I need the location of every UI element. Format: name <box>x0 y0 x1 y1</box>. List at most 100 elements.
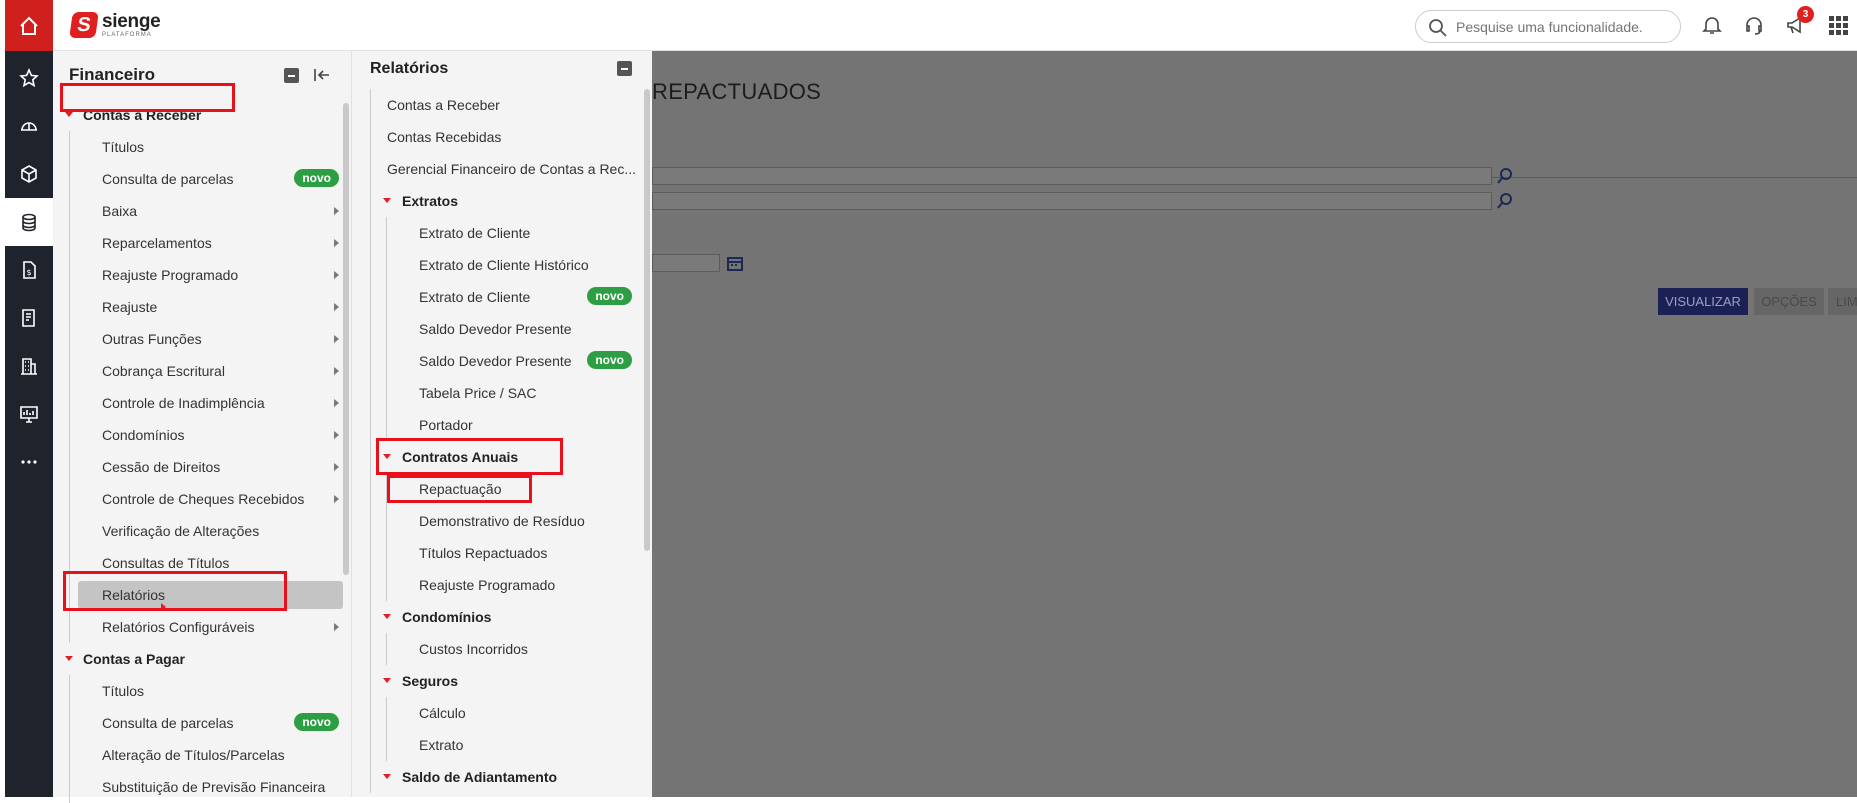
report-extrato-cliente-historico[interactable]: Extrato de Cliente Histórico <box>386 249 640 281</box>
report-calculo[interactable]: Cálculo <box>386 697 640 729</box>
menu-item-relatorios-configuraveis[interactable]: Relatórios Configuráveis <box>69 611 343 643</box>
section-condominios[interactable]: Condomínios <box>371 601 640 633</box>
calendar-icon[interactable] <box>726 254 744 272</box>
engineering-button[interactable] <box>5 102 53 150</box>
novo-badge: novo <box>294 713 339 731</box>
more-button[interactable] <box>5 438 53 486</box>
field-2[interactable] <box>652 192 1492 210</box>
chevron-right-icon <box>334 335 339 343</box>
announcements-button[interactable]: 3 <box>1785 6 1814 36</box>
top-bar: S sienge PLATAFORMA 3 <box>53 0 1857 51</box>
caret-down-icon <box>383 614 391 619</box>
chevron-right-icon <box>334 431 339 439</box>
chevron-right-icon <box>334 495 339 503</box>
home-button[interactable] <box>5 0 53 51</box>
report-saldo-devedor-novo[interactable]: Saldo Devedor Presente novo <box>386 345 640 377</box>
date-field[interactable] <box>652 254 720 272</box>
reports-button[interactable] <box>5 294 53 342</box>
menu-item-reajuste-programado[interactable]: Reajuste Programado <box>69 259 343 291</box>
menu-item-outras-funcoes[interactable]: Outras Funções <box>69 323 343 355</box>
report-contas-receber[interactable]: Contas a Receber <box>371 89 640 121</box>
support-button[interactable] <box>1743 14 1765 36</box>
logo-mark-icon: S <box>69 12 99 38</box>
collapse-all-icon[interactable] <box>284 67 299 83</box>
report-saldo-devedor[interactable]: Saldo Devedor Presente <box>386 313 640 345</box>
menu-item-baixa[interactable]: Baixa <box>69 195 343 227</box>
section-extratos[interactable]: Extratos <box>371 185 640 217</box>
more-icon <box>21 460 37 464</box>
logo-subtitle: PLATAFORMA <box>102 32 152 38</box>
report-extrato-cliente-novo[interactable]: Extrato de Cliente novo <box>386 281 640 313</box>
search-icon[interactable] <box>1496 167 1514 185</box>
monitor-icon <box>20 406 38 423</box>
report-contas-recebidas[interactable]: Contas Recebidas <box>371 121 640 153</box>
report-reajuste-programado[interactable]: Reajuste Programado <box>386 569 640 601</box>
scrollbar[interactable] <box>644 89 650 551</box>
field-1[interactable] <box>652 167 1492 185</box>
report-tabela-price[interactable]: Tabela Price / SAC <box>386 377 640 409</box>
highlight-repactuacao <box>387 475 532 503</box>
report-titulos-repactuados[interactable]: Títulos Repactuados <box>386 537 640 569</box>
left-rail: $ <box>5 0 53 797</box>
section-contas-pagar[interactable]: Contas a Pagar <box>53 643 343 675</box>
report-extrato-cliente[interactable]: Extrato de Cliente <box>386 217 640 249</box>
star-icon <box>19 68 39 88</box>
limpar-button[interactable]: LIMP <box>1828 288 1857 315</box>
menu-item-cessao-direitos[interactable]: Cessão de Direitos <box>69 451 343 483</box>
coins-icon <box>22 213 36 232</box>
grid-icon <box>1829 16 1848 35</box>
section-seguros[interactable]: Seguros <box>371 665 640 697</box>
highlight-relatorios <box>63 571 287 611</box>
menu-item-reparcelamentos[interactable]: Reparcelamentos <box>69 227 343 259</box>
notifications-button[interactable] <box>1701 14 1723 36</box>
favorites-button[interactable] <box>5 54 53 102</box>
headset-icon <box>1746 17 1762 35</box>
buildings-button[interactable] <box>5 342 53 390</box>
chevron-right-icon <box>334 303 339 311</box>
menu-item-alteracao-titulos[interactable]: Alteração de Títulos/Parcelas <box>69 739 343 771</box>
apps-button[interactable] <box>1827 14 1849 36</box>
caret-down-icon <box>65 112 73 117</box>
monitor-button[interactable] <box>5 390 53 438</box>
bell-icon <box>1702 17 1722 34</box>
financeiro-button[interactable] <box>5 198 53 246</box>
commercial-button[interactable]: $ <box>5 246 53 294</box>
report-portador[interactable]: Portador <box>386 409 640 441</box>
novo-badge: novo <box>587 351 632 369</box>
chevron-right-icon <box>334 623 339 631</box>
collapse-panel-icon[interactable] <box>313 67 331 83</box>
report-custos-incorridos[interactable]: Custos Incorridos <box>386 633 640 665</box>
novo-badge: novo <box>587 287 632 305</box>
report-demonstrativo-residuo[interactable]: Demonstrativo de Resíduo <box>386 505 640 537</box>
menu-item-titulos[interactable]: Títulos <box>69 131 343 163</box>
supplies-button[interactable] <box>5 150 53 198</box>
menu-item-controle-inadimplencia[interactable]: Controle de Inadimplência <box>69 387 343 419</box>
search-icon <box>1429 19 1447 37</box>
menu-item-pagar-titulos[interactable]: Títulos <box>69 675 343 707</box>
search-icon[interactable] <box>1496 192 1514 210</box>
menu-item-reajuste[interactable]: Reajuste <box>69 291 343 323</box>
search-box[interactable] <box>1415 10 1681 43</box>
report-icon <box>22 309 35 327</box>
sienge-logo[interactable]: S sienge PLATAFORMA <box>69 12 161 38</box>
visualizar-button[interactable]: VISUALIZAR <box>1658 288 1748 315</box>
chevron-right-icon <box>334 207 339 215</box>
menu-item-consulta-parcelas[interactable]: Consulta de parcelas novo <box>69 163 343 195</box>
document-icon: $ <box>23 261 36 279</box>
menu-item-condominios[interactable]: Condomínios <box>69 419 343 451</box>
scrollbar[interactable] <box>343 103 349 575</box>
menu-item-substituicao-previsao[interactable]: Substituição de Previsão Financeira <box>69 771 343 803</box>
caret-down-icon <box>383 678 391 683</box>
building-icon <box>21 358 37 375</box>
menu-item-cobranca-escritural[interactable]: Cobrança Escritural <box>69 355 343 387</box>
menu-item-pagar-consulta-parcelas[interactable]: Consulta de parcelas novo <box>69 707 343 739</box>
menu-item-verificacao-alteracoes[interactable]: Verificação de Alterações <box>69 515 343 547</box>
report-extrato-seguro[interactable]: Extrato <box>386 729 640 761</box>
search-input[interactable] <box>1456 18 1666 35</box>
chevron-right-icon <box>334 463 339 471</box>
report-gerencial-financeiro[interactable]: Gerencial Financeiro de Contas a Rec... <box>371 153 640 185</box>
collapse-all-icon[interactable] <box>617 61 632 76</box>
menu-item-controle-cheques[interactable]: Controle de Cheques Recebidos <box>69 483 343 515</box>
opcoes-button[interactable]: OPÇÕES <box>1754 288 1824 315</box>
section-saldo-adiantamento[interactable]: Saldo de Adiantamento <box>371 761 640 793</box>
